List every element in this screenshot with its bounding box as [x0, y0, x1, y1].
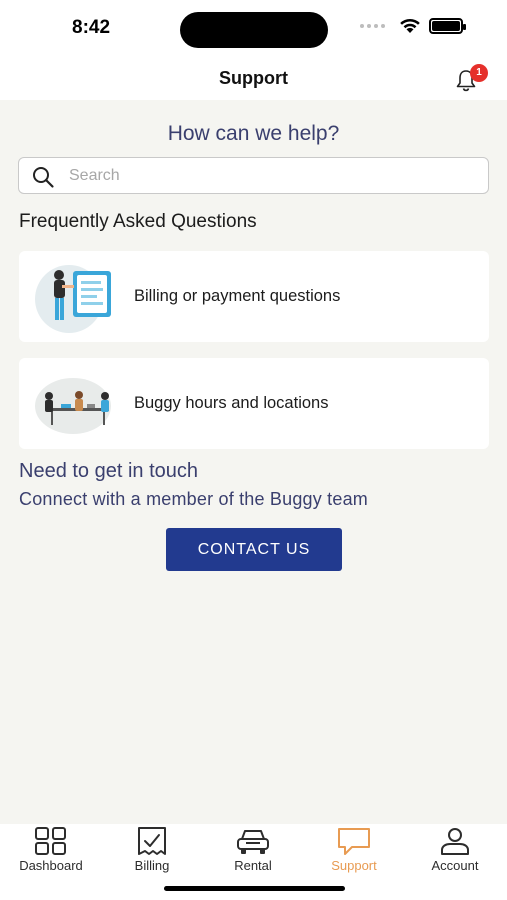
tab-account[interactable]: Account [405, 826, 505, 876]
status-icons [360, 18, 466, 34]
faq-item-label: Billing or payment questions [134, 287, 341, 305]
tab-label: Support [331, 858, 377, 873]
search-box[interactable] [18, 157, 489, 194]
tab-label: Billing [134, 858, 170, 873]
search-input[interactable] [69, 162, 469, 190]
contact-title: Need to get in touch [19, 460, 199, 482]
car-icon [237, 830, 269, 854]
contact-us-button[interactable]: CONTACT US [166, 528, 342, 571]
tab-support[interactable]: Support [304, 826, 404, 876]
help-heading: How can we help? [167, 122, 340, 145]
status-time: 8:42 [72, 17, 111, 38]
signal-icon [360, 24, 385, 28]
status-bar: 8:42 [0, 0, 507, 58]
billing-illustration-icon [35, 265, 111, 333]
home-indicator[interactable] [164, 886, 345, 891]
page-title: Support [219, 68, 288, 88]
receipt-icon [138, 827, 166, 855]
dynamic-island [180, 12, 328, 48]
faq-item-label: Buggy hours and locations [134, 394, 329, 412]
meeting-illustration-icon [35, 378, 111, 434]
grid-icon [35, 827, 66, 855]
nav-header: Support 1 [0, 58, 507, 100]
faq-title: Frequently Asked Questions [19, 211, 257, 232]
tab-dashboard[interactable]: Dashboard [1, 826, 101, 876]
battery-icon [429, 18, 466, 34]
tab-rental[interactable]: Rental [203, 826, 303, 876]
wifi-icon [400, 18, 420, 33]
tab-billing[interactable]: Billing [102, 826, 202, 876]
faq-item-hours[interactable]: Buggy hours and locations [19, 358, 489, 449]
chat-icon [338, 828, 370, 855]
tab-label: Dashboard [19, 858, 83, 873]
search-icon [33, 167, 54, 188]
contact-subtitle: Connect with a member of the Buggy team [19, 489, 368, 509]
tab-label: Account [431, 858, 479, 873]
notification-badge: 1 [470, 64, 488, 82]
tab-label: Rental [234, 858, 272, 873]
faq-item-billing[interactable]: Billing or payment questions [19, 251, 489, 342]
person-icon [441, 828, 469, 855]
